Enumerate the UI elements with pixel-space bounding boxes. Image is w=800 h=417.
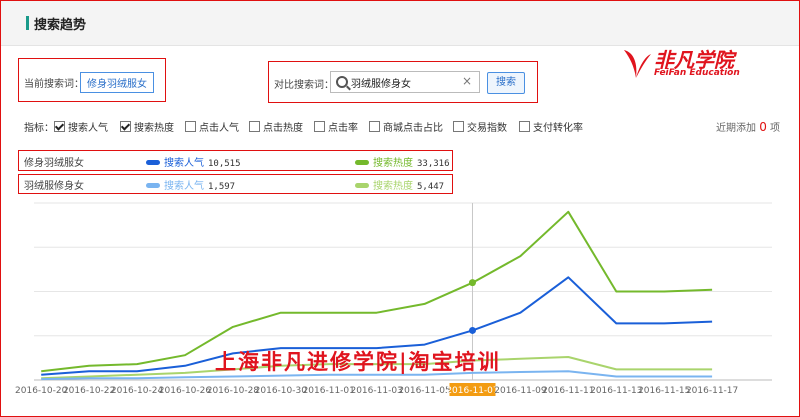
recent-added: 近期添加 0 项 [716, 119, 780, 134]
checkbox-icon[interactable] [453, 121, 464, 132]
metric-label: 搜索热度 [134, 123, 174, 134]
x-tick-label: 2016-10-22 [63, 386, 115, 396]
x-tick-label: 2016-11-03 [350, 386, 402, 396]
row-1-series-2-legend[interactable]: 搜索热度 33,316 [355, 154, 450, 169]
checkbox-icon[interactable] [249, 121, 260, 132]
legend-value: 10,515 [208, 159, 241, 169]
checkbox-icon[interactable] [314, 121, 325, 132]
current-keyword-tag[interactable]: 修身羽绒服女 [80, 72, 154, 93]
series-point-2 [468, 326, 476, 334]
x-tick-label: 2016-11-17 [686, 386, 738, 396]
legend-value: 5,447 [417, 182, 445, 192]
x-tick-label: 2016-11-13 [590, 386, 642, 396]
metric-label: 支付转化率 [533, 123, 583, 134]
search-icon [336, 76, 348, 88]
x-tick-label: 2016-10-26 [159, 386, 212, 396]
x-tick-label: 2016-10-28 [207, 386, 260, 396]
compare-keyword-label: 对比搜索词： [274, 80, 334, 91]
legend-label: 搜索热度 [373, 158, 413, 169]
x-tick-label: 2016-11-11 [542, 386, 594, 396]
row-2-series-1-legend[interactable]: 搜索人气 1,597 [146, 177, 235, 192]
x-tick-label-highlighted: 2016-11-07 [446, 386, 498, 396]
metric-label: 点击热度 [263, 123, 303, 134]
legend-value: 1,597 [208, 182, 236, 192]
x-tick-label: 2016-11-15 [638, 386, 690, 396]
row-1-series-1-legend[interactable]: 搜索人气 10,515 [146, 154, 241, 169]
search-button[interactable]: 搜索 [487, 72, 525, 94]
section-header: 搜索趋势 [1, 1, 799, 46]
metric-label: 点击率 [328, 123, 358, 134]
checkbox-icon[interactable] [369, 121, 380, 132]
metric-trade-index[interactable]: 交易指数 [453, 119, 507, 134]
recent-count: 0 [759, 120, 767, 134]
metric-label: 搜索人气 [68, 123, 108, 134]
header-accent-bar [26, 16, 29, 30]
metric-click-popularity[interactable]: 点击人气 [185, 119, 239, 134]
recent-suffix: 项 [770, 123, 781, 134]
watermark-text: 上海非凡进修学院|淘宝培训 [215, 349, 501, 374]
compare-search-input[interactable]: 羽绒服修身女 × [330, 71, 480, 93]
logo-swoosh-icon [624, 50, 651, 78]
legend-value: 33,316 [417, 159, 450, 169]
x-tick-label: 2016-11-09 [494, 386, 547, 396]
x-tick-label: 2016-11-01 [303, 386, 355, 396]
x-tick-label: 2016-11-05 [398, 386, 450, 396]
metric-click-rate[interactable]: 点击率 [314, 119, 358, 134]
metric-search-popularity[interactable]: 搜索人气 [54, 119, 108, 134]
metric-click-heat[interactable]: 点击热度 [249, 119, 303, 134]
row-2-series-2-legend[interactable]: 搜索热度 5,447 [355, 177, 444, 192]
current-keyword-label: 当前搜索词： [24, 79, 84, 90]
checkbox-checked-icon[interactable] [120, 121, 131, 132]
metric-label: 点击人气 [199, 123, 239, 134]
checkbox-checked-icon[interactable] [54, 121, 65, 132]
keyword-row-2-name: 羽绒服修身女 [24, 181, 84, 192]
legend-label: 搜索人气 [164, 158, 204, 169]
feifan-logo: 非凡学院 FeiFan Education [620, 44, 770, 84]
legend-swatch-icon [355, 183, 369, 188]
page-title: 搜索趋势 [34, 18, 87, 33]
metric-mall-click-ratio[interactable]: 商城点击占比 [369, 119, 443, 134]
metric-search-heat[interactable]: 搜索热度 [120, 119, 174, 134]
legend-label: 搜索热度 [373, 181, 413, 192]
clear-icon[interactable]: × [462, 74, 472, 88]
metrics-label: 指标： [24, 123, 54, 134]
checkbox-icon[interactable] [185, 121, 196, 132]
series-point-1 [468, 279, 476, 287]
keyword-row-1-name: 修身羽绒服女 [24, 158, 84, 169]
legend-label: 搜索人气 [164, 181, 204, 192]
recent-prefix: 近期添加 [716, 123, 756, 134]
x-tick-label: 2016-10-24 [111, 386, 164, 396]
logo-text-en: FeiFan Education [654, 68, 740, 78]
checkbox-icon[interactable] [519, 121, 530, 132]
metric-label: 交易指数 [467, 123, 507, 134]
legend-swatch-icon [146, 160, 160, 165]
compare-search-value: 羽绒服修身女 [351, 79, 411, 90]
legend-swatch-icon [355, 160, 369, 165]
legend-swatch-icon [146, 183, 160, 188]
metric-label: 商城点击占比 [383, 123, 443, 134]
x-tick-label: 2016-10-20 [15, 386, 68, 396]
metric-pay-conversion[interactable]: 支付转化率 [519, 119, 583, 134]
x-tick-label: 2016-10-30 [255, 386, 308, 396]
